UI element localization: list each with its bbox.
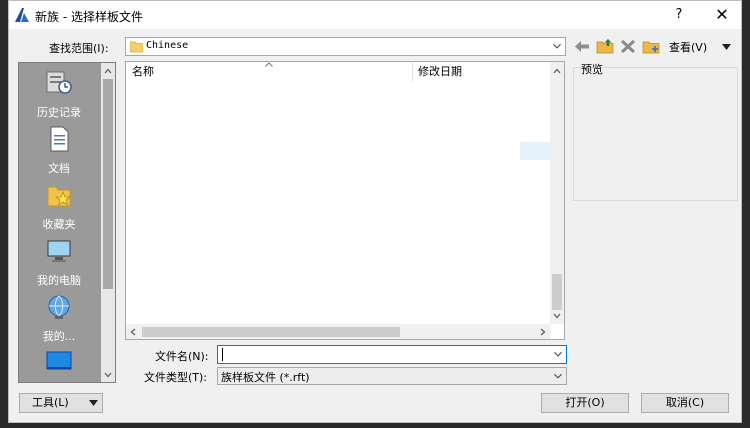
view-dropdown-icon[interactable] — [722, 44, 731, 50]
documents-icon — [50, 126, 69, 152]
window-title: 新族 - 选择样板文件 — [35, 10, 143, 24]
open-button[interactable]: 打开(O) — [541, 393, 629, 413]
chevron-down-icon[interactable] — [550, 346, 566, 363]
chevron-down-icon[interactable] — [549, 38, 565, 55]
places-scroll-thumb[interactable] — [103, 79, 113, 289]
help-button[interactable]: ? — [668, 5, 690, 25]
place-network-label: 我的... — [42, 330, 76, 343]
up-folder-icon[interactable] — [596, 38, 614, 55]
history-icon — [46, 71, 72, 94]
filetype-label: 文件类型(T): — [144, 371, 208, 384]
view-menu-button[interactable]: 查看(V) — [669, 39, 707, 55]
column-header-date[interactable]: 修改日期 — [418, 62, 462, 82]
preview-label: 预览 — [581, 63, 603, 76]
place-favorites-label: 收藏夹 — [42, 218, 76, 231]
file-list-hscroll-thumb[interactable] — [142, 327, 400, 337]
scroll-left-icon[interactable] — [130, 328, 136, 336]
preview-pane — [573, 67, 738, 201]
look-in-value: Chinese — [146, 40, 189, 51]
place-network[interactable]: 我的... — [19, 293, 99, 349]
favorites-icon — [47, 186, 72, 207]
places-bar: 历史记录 文档 收藏夹 我的电脑 我的... — [18, 62, 116, 383]
scroll-up-icon[interactable] — [553, 68, 561, 74]
filetype-combo[interactable]: 族样板文件 (*.rft) — [217, 367, 567, 385]
scroll-down-icon[interactable] — [553, 313, 561, 319]
filename-combo[interactable] — [217, 345, 567, 364]
file-list-vscrollbar[interactable] — [550, 62, 564, 324]
app-logo-icon — [15, 8, 29, 22]
back-arrow-icon[interactable] — [573, 38, 591, 55]
text-caret — [222, 348, 223, 361]
scroll-down-icon[interactable] — [104, 372, 112, 378]
place-favorites[interactable]: 收藏夹 — [19, 181, 99, 237]
place-documents[interactable]: 文档 — [19, 125, 99, 181]
filetype-value: 族样板文件 (*.rft) — [221, 371, 310, 384]
look-in-combo[interactable]: Chinese — [125, 37, 566, 56]
place-history-label: 历史记录 — [37, 106, 81, 119]
sort-ascending-icon — [265, 62, 273, 67]
tools-button[interactable]: 工具(L) — [19, 393, 103, 413]
network-globe-icon — [48, 295, 70, 319]
column-header-name[interactable]: 名称 — [132, 62, 154, 82]
computer-icon — [47, 240, 71, 262]
delete-x-icon[interactable] — [619, 38, 637, 55]
scroll-right-icon[interactable] — [540, 328, 546, 336]
cancel-button[interactable]: 取消(C) — [641, 393, 729, 413]
file-list-hscrollbar[interactable] — [126, 324, 551, 339]
folder-icon — [130, 41, 143, 53]
title-bar[interactable]: 新族 - 选择样板文件 ? ✕ — [9, 1, 741, 29]
chevron-down-icon — [89, 400, 98, 406]
close-button[interactable]: ✕ — [708, 5, 736, 25]
tools-button-label: 工具(L) — [32, 396, 69, 409]
desktop-icon — [46, 351, 72, 370]
place-documents-label: 文档 — [48, 162, 70, 175]
places-scrollbar[interactable] — [101, 63, 115, 382]
file-list[interactable]: 名称 修改日期 — [125, 61, 565, 340]
chevron-down-icon[interactable] — [550, 368, 566, 384]
place-computer[interactable]: 我的电脑 — [19, 237, 99, 293]
scroll-up-icon[interactable] — [104, 68, 112, 74]
new-folder-icon[interactable] — [642, 38, 660, 55]
filename-label: 文件名(N): — [155, 350, 209, 363]
column-separator[interactable] — [412, 62, 413, 82]
hover-highlight — [520, 142, 552, 160]
file-list-vscroll-thumb[interactable] — [552, 274, 562, 310]
place-computer-label: 我的电脑 — [37, 274, 81, 287]
select-template-dialog: 新族 - 选择样板文件 ? ✕ 查找范围(I): Chinese 查看(V) 历… — [8, 0, 742, 423]
place-history[interactable]: 历史记录 — [19, 69, 99, 125]
look-in-label: 查找范围(I): — [49, 42, 109, 55]
